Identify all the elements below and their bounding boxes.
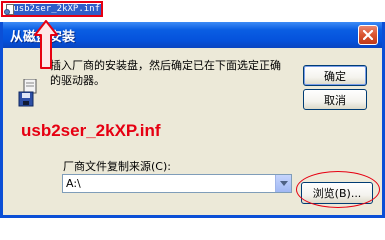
inf-file-icon (4, 3, 14, 15)
source-value: A:\ (66, 177, 81, 190)
instruction-message: 插入厂商的安装盘，然后确定已在下面选定正确 的驱动器。 (50, 58, 295, 88)
inf-file-name: usb2ser_2kXP.inf (12, 3, 101, 15)
close-icon (363, 30, 373, 40)
annotation-text: usb2ser_2kXP.inf (21, 121, 161, 140)
inf-file-label[interactable]: usb2ser_2kXP.inf (1, 1, 103, 17)
title-bar[interactable]: 从磁盘安装 (3, 22, 382, 48)
browse-highlight-ellipse (296, 171, 380, 208)
message-line-1: 插入厂商的安装盘，然后确定已在下面选定正确 (50, 59, 281, 72)
message-line-2: 的驱动器。 (50, 74, 105, 87)
close-button[interactable] (358, 25, 378, 45)
cancel-button[interactable]: 取消 (303, 89, 367, 110)
source-combobox[interactable]: A:\ (62, 174, 292, 193)
dropdown-arrow-icon (280, 181, 288, 186)
red-arrow-icon (34, 20, 58, 69)
setup-disk-icon (18, 79, 37, 107)
dropdown-button[interactable] (275, 175, 291, 192)
source-label: 厂商文件复制来源(C): (63, 160, 171, 173)
ok-button[interactable]: 确定 (303, 65, 367, 86)
